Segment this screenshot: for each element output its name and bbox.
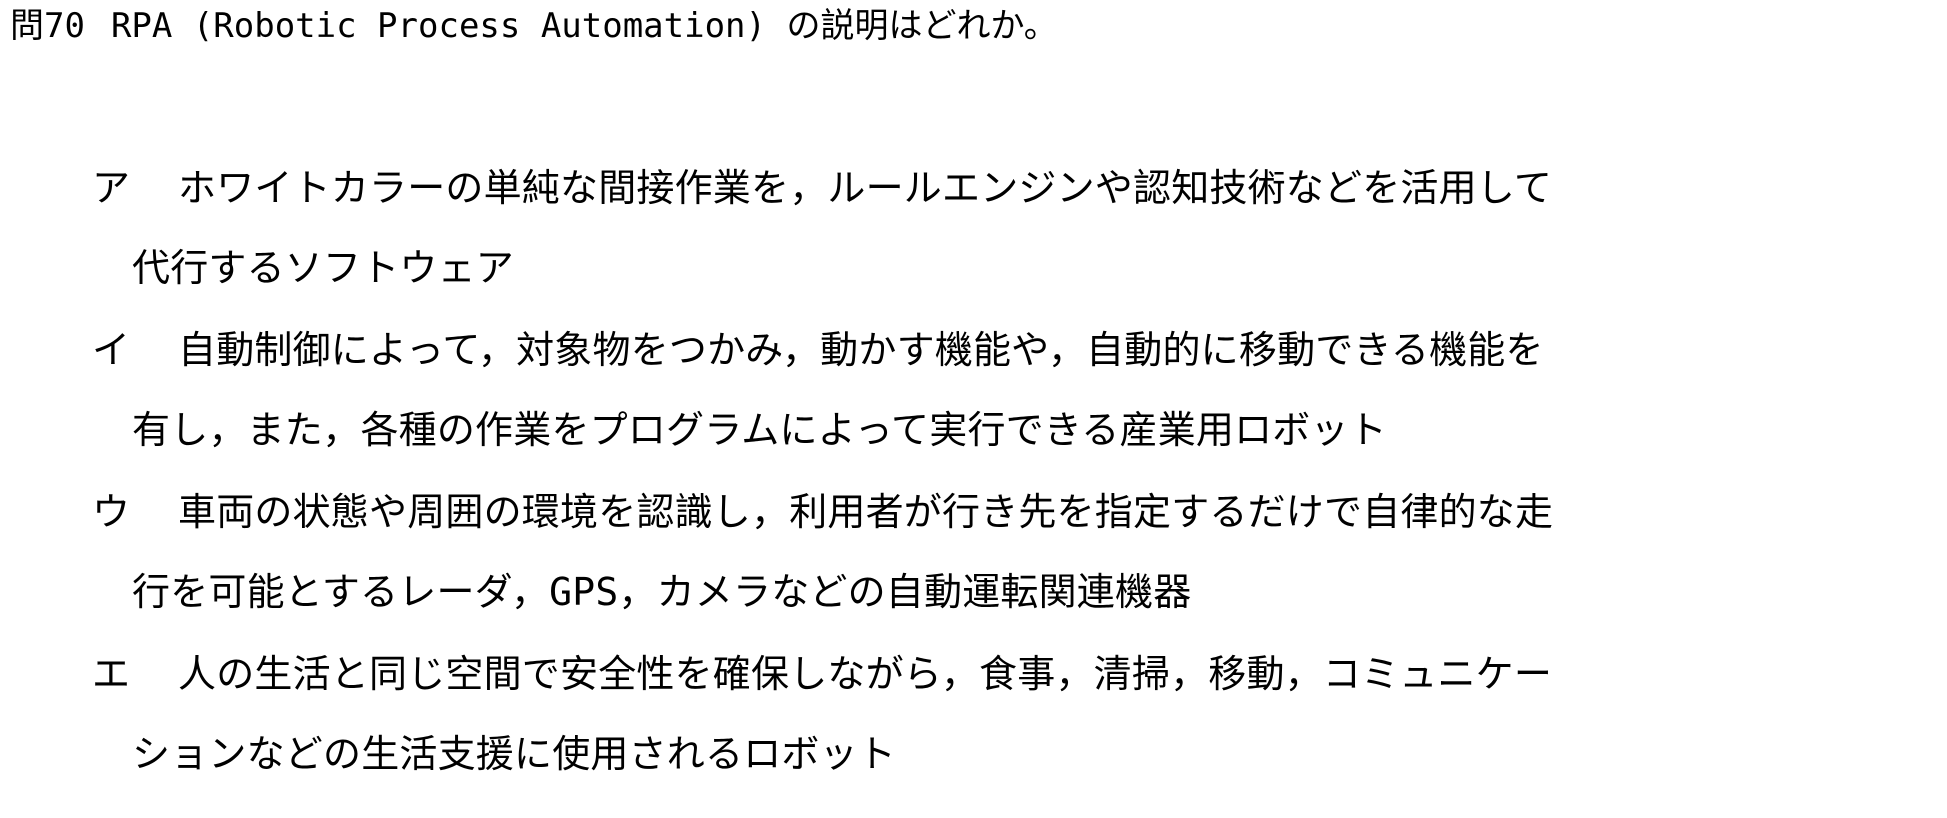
choice-i: イ 自動制御によって，対象物をつかみ，動かす機能や，自動的に移動できる機能を 有… — [0, 316, 1947, 478]
question-heading: 問70 RPA (Robotic Process Automation) の説明… — [10, 0, 1058, 46]
choice-text-line: 行を可能とするレーダ，GPS，カメラなどの自動運転関連機器 — [132, 570, 1192, 614]
choice-text-line: ションなどの生活支援に使用されるロボット — [132, 732, 897, 776]
choice-u: ウ 車両の状態や周囲の環境を認識し，利用者が行き先を指定するだけで自律的な走 行… — [0, 478, 1947, 640]
choice-marker: ア — [92, 166, 131, 210]
choice-text-line: 有し，また，各種の作業をプログラムによって実行できる産業用ロボット — [132, 408, 1387, 452]
choice-text-line: 代行するソフトウェア — [132, 246, 515, 290]
choice-a: ア ホワイトカラーの単純な間接作業を，ルールエンジンや認知技術などを活用して 代… — [0, 154, 1947, 316]
choice-marker: イ — [92, 328, 131, 372]
question-number: 問70 — [10, 5, 85, 46]
answer-choices: ア ホワイトカラーの単純な間接作業を，ルールエンジンや認知技術などを活用して 代… — [0, 154, 1947, 802]
choice-text-line: 人の生活と同じ空間で安全性を確保しながら，食事，清掃，移動，コミュニケー — [178, 652, 1553, 696]
choice-e: エ 人の生活と同じ空間で安全性を確保しながら，食事，清掃，移動，コミュニケー シ… — [0, 640, 1947, 802]
question-text: RPA (Robotic Process Automation) の説明はどれか… — [110, 5, 1058, 46]
choice-marker: エ — [92, 652, 131, 696]
choice-marker: ウ — [92, 490, 131, 534]
choice-text-line: 自動制御によって，対象物をつかみ，動かす機能や，自動的に移動できる機能を — [178, 328, 1544, 372]
exam-page: 問70 RPA (Robotic Process Automation) の説明… — [0, 0, 1947, 818]
choice-text-line: 車両の状態や周囲の環境を認識し，利用者が行き先を指定するだけで自律的な走 — [178, 490, 1554, 534]
choice-text-line: ホワイトカラーの単純な間接作業を，ルールエンジンや認知技術などを活用して — [178, 166, 1553, 210]
